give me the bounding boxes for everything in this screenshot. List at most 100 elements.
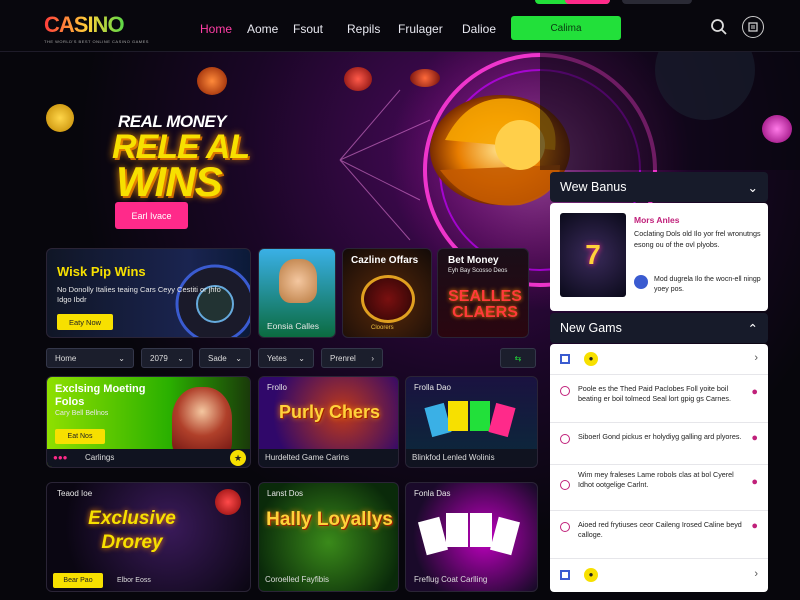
bonus-card[interactable]: 7 Mors Anles Coclating Dols old Ilo yor … bbox=[550, 203, 768, 311]
promo-card[interactable]: Wisk Pip Wins No Donolly Italies teaing … bbox=[46, 248, 251, 338]
search-icon[interactable] bbox=[708, 16, 730, 38]
eat-now-button[interactable]: Eat Nos bbox=[55, 429, 105, 444]
filter-dropdown[interactable]: Prenrel › bbox=[321, 348, 383, 368]
card-subtitle: Cary Bell Bellnos bbox=[55, 410, 109, 417]
nav-item[interactable]: Frulager bbox=[398, 22, 443, 36]
divider bbox=[550, 374, 768, 375]
card-title: Cazline Offars bbox=[351, 255, 419, 266]
card-caption: Eonsia Calles bbox=[267, 321, 319, 331]
star-icon: ● bbox=[584, 568, 598, 582]
card-art-text: SEALLES CLAERS bbox=[448, 288, 522, 321]
cards-art bbox=[424, 401, 516, 438]
star-icon: ● bbox=[584, 352, 598, 366]
chip-decoration bbox=[46, 104, 74, 132]
game-card[interactable]: Cazline Offars Cloorers bbox=[342, 248, 432, 338]
hero-line-3: WINS bbox=[116, 158, 223, 205]
chevron-right-icon: › bbox=[754, 568, 758, 580]
bonus-extra: Mod dugrela Ilo the wocn-ell ningp yoey … bbox=[654, 276, 761, 293]
new-games-header[interactable]: New Gams ⌃ bbox=[550, 313, 768, 343]
promo-title: Wisk Pip Wins bbox=[57, 264, 146, 279]
card-subtitle: Eyh Bay Scosso Deos bbox=[448, 268, 508, 274]
nav-item[interactable]: Repils bbox=[347, 22, 380, 36]
game-card[interactable]: Teaod Ioe Exclusive Drorey Bear Pao Elbo… bbox=[46, 482, 251, 592]
chip-decoration bbox=[410, 69, 440, 87]
card-caption: Blinkfod Lenled Wolinis bbox=[412, 453, 495, 462]
chevron-down-icon: › bbox=[371, 353, 374, 363]
chevron-down-icon: ⌄ bbox=[747, 180, 758, 195]
bonus-body: Coclating Dols old Ilo yor frel wronutng… bbox=[634, 229, 761, 249]
chevron-right-icon: › bbox=[754, 352, 758, 364]
card-tag: Teaod Ioe bbox=[57, 489, 93, 498]
list-footer[interactable]: ● › bbox=[550, 560, 768, 590]
bonus-title: Mors Anles bbox=[634, 215, 680, 225]
wallet-icon[interactable] bbox=[742, 16, 764, 38]
card-footer: Hurdelted Game Carins bbox=[259, 449, 398, 467]
filter-dropdown[interactable]: Home ⌄ bbox=[46, 348, 134, 368]
character-art bbox=[279, 259, 317, 303]
hero-button[interactable]: Earl Ivace bbox=[115, 202, 188, 229]
chip-decoration bbox=[197, 67, 227, 95]
filter-dropdown[interactable]: 2079 ⌄ bbox=[141, 348, 193, 368]
game-card[interactable]: Lanst Dos Hally Loyallys Coroelled Fayfi… bbox=[258, 482, 399, 592]
logo-subtitle: THE WORLD'S BEST ONLINE CASINO GAMES bbox=[44, 39, 149, 44]
chevron-up-icon: ⌃ bbox=[747, 321, 758, 336]
bullet-icon bbox=[560, 386, 570, 396]
game-card[interactable]: Bet Money Eyh Bay Scosso Deos SEALLES CL… bbox=[437, 248, 529, 338]
casino-logo[interactable]: CASINO THE WORLD'S BEST ONLINE CASINO GA… bbox=[44, 12, 149, 44]
filter-dropdown[interactable]: Yetes ⌄ bbox=[258, 348, 314, 368]
game-card[interactable]: Eonsia Calles bbox=[258, 248, 336, 338]
grid-icon bbox=[560, 354, 570, 364]
bonus-user-icon bbox=[634, 275, 648, 289]
chip-decoration bbox=[344, 67, 372, 91]
card-art-title: Exclusive Drorey bbox=[88, 508, 176, 553]
chevron-down-icon: ⌄ bbox=[235, 353, 242, 363]
filter-label: Yetes bbox=[267, 353, 287, 363]
list-header[interactable]: ● › bbox=[550, 344, 768, 374]
filter-label: Prenrel bbox=[330, 353, 356, 363]
card-art-title: Purly Chers bbox=[278, 402, 381, 422]
list-item-text: Aioed red frytiuses ceor Caileng Irosed … bbox=[578, 520, 742, 539]
game-card[interactable]: Frollo Purly Chers Hurdelted Game Carins bbox=[258, 376, 399, 468]
cta-button[interactable]: Calima bbox=[511, 16, 621, 40]
card-caption: Elbor Eoss bbox=[117, 577, 151, 584]
divider bbox=[550, 422, 768, 423]
card-title: Fonla Das bbox=[414, 489, 451, 498]
card-art-title: Hally Loyallys bbox=[266, 509, 393, 530]
dot-icon: ● bbox=[751, 386, 758, 398]
bonus-header-label: Wew Banus bbox=[560, 180, 627, 194]
card-tag: Frollo bbox=[267, 383, 288, 392]
chip-decoration bbox=[762, 115, 792, 143]
game-card[interactable]: Frolla Dao Blinkfod Lenled Wolinis bbox=[405, 376, 538, 468]
dot-icon: ● bbox=[751, 520, 758, 532]
promo-body: No Donolly Italies teaing Cars Ceyy Cest… bbox=[57, 285, 221, 304]
chevron-down-icon: ⌄ bbox=[298, 353, 305, 363]
nav-item[interactable]: Dalioe bbox=[462, 22, 496, 36]
game-card[interactable]: Exclsing Moeting Folos Cary Bell Bellnos… bbox=[46, 376, 251, 468]
list-item-text: Wim mey fraleses Lame robols clas at bol… bbox=[578, 470, 734, 489]
list-item[interactable]: Wim mey fraleses Lame robols clas at bol… bbox=[550, 466, 768, 510]
bullet-icon bbox=[560, 480, 570, 490]
game-card[interactable]: Fonla Das Freflug Coat Carlling bbox=[405, 482, 538, 592]
nav-item[interactable]: Fsout bbox=[293, 22, 323, 36]
view-toggle[interactable]: ⇆ bbox=[500, 348, 536, 368]
card-tag: Lanst Dos bbox=[267, 489, 304, 498]
card-caption: Cloorers bbox=[371, 325, 394, 331]
filter-label: 2079 bbox=[150, 353, 168, 363]
provider-icons: ●●● bbox=[53, 453, 68, 462]
list-item[interactable]: Aioed red frytiuses ceor Caileng Irosed … bbox=[550, 512, 768, 556]
play-now-button[interactable]: Eaty Now bbox=[57, 314, 113, 330]
filter-dropdown[interactable]: Sade ⌄ bbox=[199, 348, 251, 368]
character-art bbox=[172, 387, 232, 457]
list-item[interactable]: Poole es the Thed Paid Paclobes Foll yoi… bbox=[550, 376, 768, 420]
chevron-down-icon: ⌄ bbox=[177, 353, 184, 363]
list-item[interactable]: Siboerl Gond pickus er holydiyg galling … bbox=[550, 424, 768, 464]
filter-label: Home bbox=[55, 353, 77, 363]
bonus-header[interactable]: Wew Banus ⌄ bbox=[550, 172, 768, 202]
chevron-down-icon: ⌄ bbox=[118, 353, 125, 363]
nav-home[interactable]: Home bbox=[200, 22, 232, 36]
nav-item[interactable]: Aome bbox=[247, 22, 278, 36]
card-footer: Blinkfod Lenled Wolinis bbox=[406, 449, 537, 467]
star-icon[interactable]: ★ bbox=[230, 450, 246, 466]
card-caption: Freflug Coat Carlling bbox=[414, 575, 488, 584]
bear-pao-button[interactable]: Bear Pao bbox=[53, 573, 103, 588]
